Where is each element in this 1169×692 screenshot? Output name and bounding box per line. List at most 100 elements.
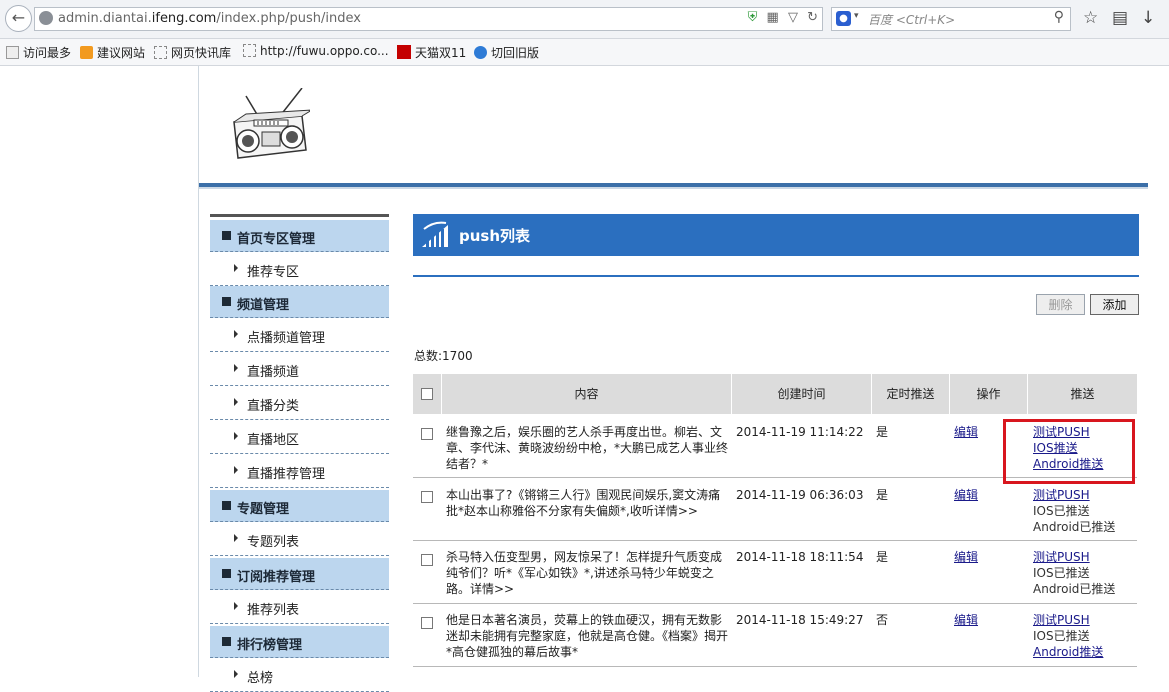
edit-link[interactable]: 编辑 bbox=[954, 487, 978, 503]
row-checkbox[interactable] bbox=[421, 428, 433, 440]
bookmark-web-slices[interactable]: 网页快讯库 bbox=[154, 44, 231, 61]
sidebar-section-rankings[interactable]: 排行榜管理 bbox=[210, 626, 389, 658]
sidebar-item-live-region[interactable]: 直播地区 bbox=[210, 420, 389, 454]
sidebar-section-topics[interactable]: 专题管理 bbox=[210, 490, 389, 522]
bookmark-old-version[interactable]: 切回旧版 bbox=[474, 44, 539, 61]
square-bullet-icon bbox=[222, 637, 231, 646]
refresh-globe-icon bbox=[474, 46, 487, 59]
sidebar-item-live-recommend[interactable]: 直播推荐管理 bbox=[210, 454, 389, 488]
row-content: 本山出事了?《锵锵三人行》围观民间娱乐,窦文涛痛批*赵本山称雅俗不分家有失偏颇*… bbox=[446, 488, 721, 518]
search-icon[interactable]: ⚲ bbox=[1054, 9, 1064, 25]
row-checkbox[interactable] bbox=[421, 617, 433, 629]
row-push-actions: 测试PUSH IOS已推送 Android推送 bbox=[1033, 612, 1137, 660]
sidebar-item-topic-list[interactable]: 专题列表 bbox=[210, 522, 389, 556]
tmall-icon bbox=[397, 45, 411, 59]
sidebar-item-label: 推荐列表 bbox=[247, 603, 300, 618]
bookmark-oppo[interactable]: http://fuwu.oppo.co... bbox=[243, 44, 389, 58]
edit-link[interactable]: 编辑 bbox=[954, 549, 978, 565]
square-bullet-icon bbox=[222, 231, 231, 240]
search-box[interactable]: ● ▾ 百度 <Ctrl+K> ⚲ bbox=[831, 7, 1071, 31]
square-bullet-icon bbox=[222, 501, 231, 510]
sidebar-item-vod-channel[interactable]: 点播频道管理 bbox=[210, 318, 389, 352]
header-banner bbox=[199, 66, 1148, 184]
column-header-scheduled: 定时推送 bbox=[872, 374, 950, 414]
sidebar-item-label: 直播地区 bbox=[247, 433, 300, 448]
sidebar-item-live-category[interactable]: 直播分类 bbox=[210, 386, 389, 420]
row-scheduled: 是 bbox=[876, 550, 889, 564]
edit-link[interactable]: 编辑 bbox=[954, 424, 978, 440]
bookmark-most-visited[interactable]: 访问最多 bbox=[6, 44, 71, 61]
ios-push-status: IOS已推送 bbox=[1033, 504, 1090, 518]
bookmark-tmall[interactable]: 天猫双11 bbox=[397, 44, 466, 61]
row-checkbox[interactable] bbox=[421, 491, 433, 503]
sidebar-item-live-channel[interactable]: 直播频道 bbox=[210, 352, 389, 386]
url-text: admin.diantai.ifeng.com/index.php/push/i… bbox=[58, 11, 361, 26]
shield-icon[interactable]: ⛨ bbox=[748, 10, 758, 25]
column-header-created: 创建时间 bbox=[732, 374, 872, 414]
baidu-paw-icon[interactable]: ● bbox=[836, 11, 851, 26]
sidebar-item-overall-ranking[interactable]: 总榜 bbox=[210, 658, 389, 692]
sidebar-item-label: 推荐专区 bbox=[247, 265, 300, 280]
row-scheduled: 是 bbox=[876, 488, 889, 502]
sidebar-item-recommended-zone[interactable]: 推荐专区 bbox=[210, 252, 389, 286]
address-bar[interactable]: admin.diantai.ifeng.com/index.php/push/i… bbox=[34, 7, 823, 31]
row-created-time: 2014-11-18 15:49:27 bbox=[736, 613, 864, 627]
back-arrow-icon: ← bbox=[11, 8, 26, 27]
search-engine-dropdown-icon[interactable]: ▾ bbox=[854, 11, 859, 21]
header-checkbox-cell bbox=[413, 374, 442, 414]
column-header-content: 内容 bbox=[442, 374, 732, 414]
sidebar-section-label: 排行榜管理 bbox=[237, 638, 303, 653]
sidebar-section-channels[interactable]: 频道管理 bbox=[210, 286, 389, 318]
bookmark-label: 网页快讯库 bbox=[171, 46, 232, 60]
triangle-right-icon bbox=[234, 602, 238, 610]
reload-icon[interactable]: ↻ bbox=[807, 10, 818, 25]
search-input[interactable]: 百度 <Ctrl+K> bbox=[868, 11, 955, 28]
sidebar-item-recommend-list[interactable]: 推荐列表 bbox=[210, 590, 389, 624]
total-count: 总数:1700 bbox=[414, 349, 473, 363]
qr-code-icon[interactable]: ▦ bbox=[767, 10, 779, 25]
header-divider-light bbox=[199, 187, 1148, 189]
row-checkbox[interactable] bbox=[421, 554, 433, 566]
sidebar-item-label: 直播分类 bbox=[247, 399, 300, 414]
delete-button[interactable]: 删除 bbox=[1036, 294, 1085, 315]
table-row: 本山出事了?《锵锵三人行》围观民间娱乐,窦文涛痛批*赵本山称雅俗不分家有失偏颇*… bbox=[413, 478, 1137, 541]
triangle-right-icon bbox=[234, 264, 238, 272]
column-header-push: 推送 bbox=[1070, 387, 1095, 401]
android-push-status: Android已推送 bbox=[1033, 582, 1116, 596]
test-push-link[interactable]: 测试PUSH bbox=[1033, 549, 1137, 565]
test-push-link[interactable]: 测试PUSH bbox=[1033, 487, 1137, 503]
row-created-time: 2014-11-19 11:14:22 bbox=[736, 425, 864, 439]
url-path: /index.php/push/index bbox=[216, 11, 361, 26]
dashed-page-icon bbox=[243, 44, 256, 57]
row-content: 杀马特入伍变型男，网友惊呆了！怎样提升气质变成纯爷们？听*《军心如铁》*,讲述杀… bbox=[446, 550, 723, 596]
sidebar-item-label: 直播推荐管理 bbox=[247, 467, 326, 482]
lightbulb-icon bbox=[80, 46, 93, 59]
sidebar-section-subscriptions[interactable]: 订阅推荐管理 bbox=[210, 558, 389, 590]
android-push-link[interactable]: Android推送 bbox=[1033, 644, 1137, 660]
table-row: 他是日本著名演员，荧幕上的铁血硬汉，拥有无数影迷却未能拥有完整家庭，他就是高仓健… bbox=[413, 604, 1137, 667]
download-icon[interactable]: ↓ bbox=[1141, 8, 1155, 28]
triangle-right-icon bbox=[234, 534, 238, 542]
edit-link[interactable]: 编辑 bbox=[954, 612, 978, 628]
row-scheduled: 是 bbox=[876, 425, 889, 439]
row-content: 继鲁豫之后，娱乐圈的艺人杀手再度出世。柳岩、文章、李代沫、黄晓波纷纷中枪，*大鹏… bbox=[446, 425, 729, 471]
test-push-link[interactable]: 测试PUSH bbox=[1033, 612, 1137, 628]
reading-list-icon[interactable]: ▤ bbox=[1112, 8, 1128, 28]
star-icon[interactable]: ☆ bbox=[1083, 8, 1098, 28]
highlight-box bbox=[1003, 419, 1135, 484]
page-title: push列表 bbox=[459, 227, 531, 245]
row-push-actions: 测试PUSH IOS已推送 Android已推送 bbox=[1033, 549, 1137, 597]
dropdown-arrow-icon[interactable]: ▽ bbox=[788, 10, 798, 25]
bookmark-label: 天猫双11 bbox=[415, 46, 467, 60]
square-bullet-icon bbox=[222, 297, 231, 306]
back-button[interactable]: ← bbox=[5, 5, 32, 32]
add-button[interactable]: 添加 bbox=[1090, 294, 1139, 315]
ios-push-status: IOS已推送 bbox=[1033, 629, 1090, 643]
sidebar-section-homepage[interactable]: 首页专区管理 bbox=[210, 220, 389, 252]
select-all-checkbox[interactable] bbox=[421, 388, 433, 400]
bookmark-label: 建议网站 bbox=[97, 46, 146, 60]
radio-logo-icon bbox=[233, 88, 310, 159]
sidebar-section-label: 首页专区管理 bbox=[237, 232, 316, 247]
page-title-bar: push列表 bbox=[413, 214, 1139, 256]
bookmark-suggested[interactable]: 建议网站 bbox=[80, 44, 145, 61]
